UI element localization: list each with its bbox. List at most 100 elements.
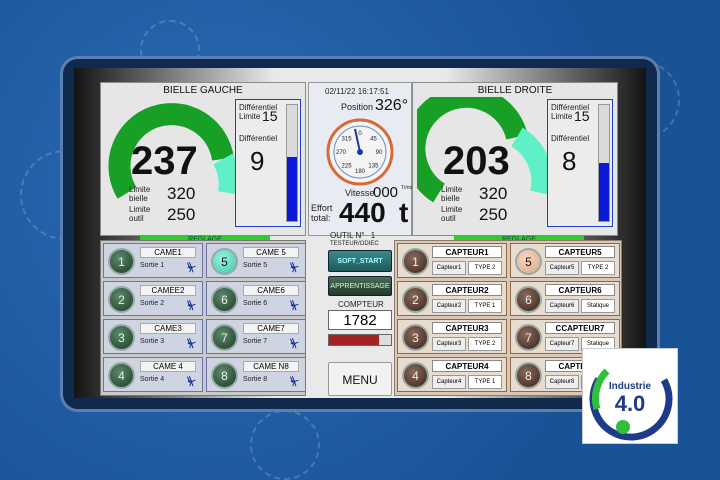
timer-icon: ⏧ [187, 262, 196, 274]
right-diff-bar-fill [599, 163, 609, 221]
effort-label: Effort total: [311, 203, 333, 223]
came-cell[interactable]: 1 CAME1 Sortie 1 ⏧ [103, 243, 203, 278]
came-indicator-icon[interactable]: 7 [211, 324, 238, 351]
outil-label-text: OUTIL N° [330, 231, 365, 240]
hmi-screen: BIELLE GAUCHE 237 Limite bielle 320 Limi… [74, 68, 646, 398]
panel-title: BIELLE GAUCHE [163, 85, 243, 96]
capteur-indicator-icon[interactable]: 4 [402, 362, 429, 389]
capteur-type: TYPE 1 [468, 375, 502, 389]
came-sortie: Sortie 7 [243, 338, 268, 345]
capteur-indicator-icon[interactable]: 2 [402, 286, 429, 313]
capteur-sub: Capteur7 [545, 337, 579, 351]
capteur-label: CAPTEUR2 [432, 284, 502, 296]
came-indicator-icon[interactable]: 6 [211, 286, 238, 313]
timer-icon: ⏧ [290, 262, 299, 274]
capteur-sub: Capteur5 [545, 261, 579, 275]
capteur-sub: Capteur6 [545, 299, 579, 313]
capteur-indicator-icon[interactable]: 8 [515, 362, 542, 389]
capteur-indicator-icon[interactable]: 6 [515, 286, 542, 313]
logo-line2: 4.0 [614, 391, 646, 416]
limite-bielle-label: Limite bielle [441, 185, 463, 203]
came-indicator-icon[interactable]: 3 [108, 324, 135, 351]
left-diff-bar [286, 104, 298, 222]
came-cell[interactable]: 5 CAME 5 Sortie 5 ⏧ [206, 243, 306, 278]
came-cell[interactable]: 8 CAME N8 Sortie 8 ⏧ [206, 357, 306, 392]
capteur-indicator-icon[interactable]: 1 [402, 248, 429, 275]
capteur-cell[interactable]: 1 CAPTEUR1 Capteur1 TYPE 2 [397, 243, 507, 278]
came-cell[interactable]: 7 CAME7 Sortie 7 ⏧ [206, 319, 306, 354]
timer-icon: ⏧ [290, 376, 299, 388]
came-sortie: Sortie 5 [243, 262, 268, 269]
right-gauge-value: 203 [443, 139, 510, 183]
came-sortie: Sortie 4 [140, 376, 165, 383]
came-indicator-icon[interactable]: 1 [108, 248, 135, 275]
dial-tick-label: 90 [376, 150, 383, 156]
diff-label: Différentiel [551, 134, 590, 143]
capteur-label: CAPTEUR5 [545, 246, 615, 258]
came-cell[interactable]: 3 CAME3 Sortie 3 ⏧ [103, 319, 203, 354]
came-cell[interactable]: 4 CAME 4 Sortie 4 ⏧ [103, 357, 203, 392]
came-label: CAME 5 [243, 247, 299, 258]
came-sortie: Sortie 8 [243, 376, 268, 383]
left-diff-bar-fill [287, 157, 297, 221]
diff-label: Différentiel [239, 134, 278, 143]
center-panel: 02/11/22 16:17:51 Position 326° 0 45 90 135… [308, 82, 415, 236]
capteur-cell[interactable]: 6 CAPTEUR6 Capteur6 Statique [510, 281, 620, 316]
capteur-type: TYPE 2 [468, 261, 502, 275]
outil-number: 1 [370, 231, 376, 240]
came-indicator-icon[interactable]: 4 [108, 362, 135, 389]
came-cell[interactable]: 2 CAMEE2 Sortie 2 ⏧ [103, 281, 203, 316]
dial-tick-label: 315 [342, 137, 353, 143]
limite-outil-value: 250 [167, 205, 196, 224]
soft-start-button[interactable]: SOFT_START [328, 250, 392, 272]
compteur-label: COMPTEUR [338, 300, 384, 309]
right-gauge-panel: BIELLE DROITE 203 Limite bielle 320 Limi… [412, 82, 618, 236]
capteur-type: TYPE 1 [468, 299, 502, 313]
came-indicator-icon[interactable]: 8 [211, 362, 238, 389]
capteur-sub: Capteur1 [432, 261, 466, 275]
menu-button[interactable]: MENU [328, 362, 392, 396]
dial-tick-label: 180 [355, 169, 366, 175]
effort-unit: t [399, 197, 409, 228]
capteur-cell[interactable]: 3 CAPTEUR3 Capteur3 TYPE 2 [397, 319, 507, 354]
capteur-type: TYPE 2 [468, 337, 502, 351]
left-gauge-panel: BIELLE GAUCHE 237 Limite bielle 320 Limi… [100, 82, 306, 236]
came-indicator-icon[interactable]: 2 [108, 286, 135, 313]
capteur-cell[interactable]: 2 CAPTEUR2 Capteur2 TYPE 1 [397, 281, 507, 316]
position-label: Position [341, 102, 374, 112]
came-label: CAME7 [243, 323, 299, 334]
came-cell[interactable]: 6 CAME6 Sortie 6 ⏧ [206, 281, 306, 316]
capteur-indicator-icon[interactable]: 7 [515, 324, 542, 351]
came-label: CAME1 [140, 247, 196, 258]
timer-icon: ⏧ [187, 338, 196, 350]
timer-icon: ⏧ [290, 338, 299, 350]
capteur-indicator-icon[interactable]: 3 [402, 324, 429, 351]
capteur-label: CAPTEUR6 [545, 284, 615, 296]
capteur-type: TYPE 2 [581, 261, 615, 275]
compteur-display: 1782 [328, 310, 392, 330]
apprentissage-button[interactable]: APPRENTISSAGE [328, 276, 392, 296]
gauge-arc-mint [510, 127, 554, 196]
came-panel: 1 CAME1 Sortie 1 ⏧ 5 CAME 5 Sortie 5 ⏧ 2 CAMEE2 So… [100, 240, 306, 396]
left-gauge-value: 237 [131, 139, 198, 183]
came-label: CAME N8 [243, 361, 299, 372]
background-gear [250, 410, 320, 480]
diff-limite-value: 15 [262, 108, 278, 124]
effort-value: 440 [339, 197, 386, 228]
limite-outil-label: Limite outil [441, 205, 463, 223]
capteur-indicator-icon[interactable]: 5 [515, 248, 542, 275]
came-label: CAME 4 [140, 361, 196, 372]
capteur-cell[interactable]: 5 CAPTEUR5 Capteur5 TYPE 2 [510, 243, 620, 278]
dial-tick-label: 270 [336, 150, 347, 156]
came-label: CAME6 [243, 285, 299, 296]
came-sortie: Sortie 3 [140, 338, 165, 345]
outil-name: TESTEUR/ODIEC [330, 241, 379, 247]
vitesse-unit: Tr/min [401, 185, 415, 191]
diff-value: 8 [562, 146, 577, 176]
capteur-cell[interactable]: 4 CAPTEUR4 Capteur4 TYPE 1 [397, 357, 507, 392]
came-indicator-icon[interactable]: 5 [211, 248, 238, 275]
diff-limite-value: 15 [574, 108, 590, 124]
datetime: 02/11/22 16:17:51 [325, 87, 389, 96]
dial-tick-label: 135 [368, 163, 379, 169]
came-sortie: Sortie 1 [140, 262, 165, 269]
